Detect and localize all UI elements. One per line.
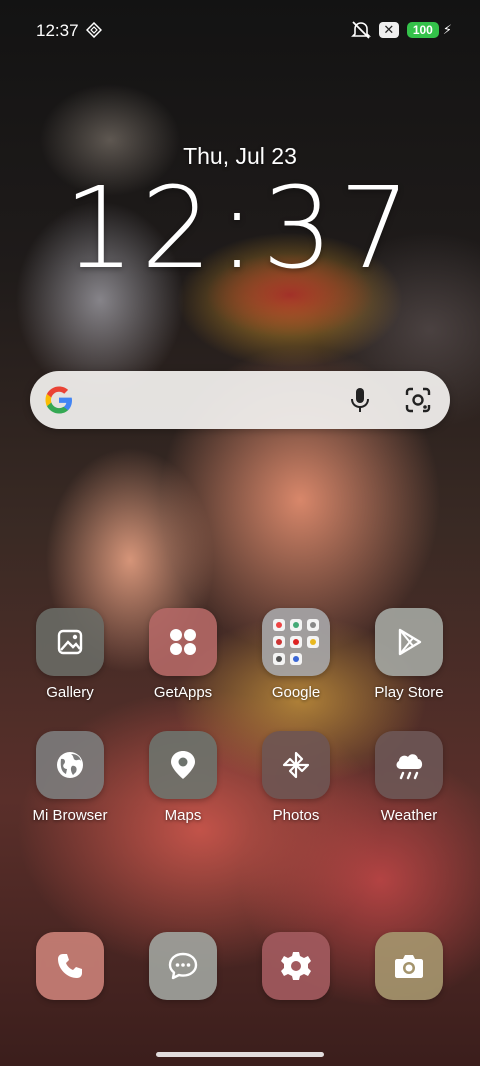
map-pin-icon (149, 731, 217, 799)
bolt-icon: ⚡ (442, 22, 452, 37)
app-photos[interactable]: Photos (241, 731, 351, 824)
folder-icon (262, 608, 330, 676)
app-label: Weather (380, 807, 438, 824)
app-weather[interactable]: Weather (354, 731, 464, 824)
status-time: 12:37 (36, 21, 79, 40)
gallery-icon (36, 608, 104, 676)
notification-badge: ✕ (378, 22, 399, 38)
app-label: GetApps (153, 684, 213, 701)
app-label: Maps (164, 807, 202, 824)
clock-widget[interactable]: 12:37 (0, 164, 480, 294)
app-play-store[interactable]: Play Store (354, 608, 464, 701)
camera-icon (375, 932, 443, 1000)
messages-icon (149, 932, 217, 1000)
settings-icon (262, 932, 330, 1000)
dock-settings[interactable] (241, 932, 351, 1000)
google-search-bar[interactable] (30, 371, 450, 429)
pinwheel-icon (262, 731, 330, 799)
app-folder-google[interactable]: Google (241, 608, 351, 701)
battery-indicator: 100 (406, 22, 439, 38)
app-label: Photos (272, 807, 320, 824)
cloud-rain-icon (375, 731, 443, 799)
dock-messages[interactable] (128, 932, 238, 1000)
app-label: Mi Browser (32, 807, 108, 824)
app-label: Google (271, 684, 321, 701)
app-label: Gallery (46, 684, 94, 701)
status-icons: ✕ 100 ⚡ (350, 21, 452, 39)
play-store-icon (375, 608, 443, 676)
dock-phone[interactable] (15, 932, 125, 1000)
diamond-sync-icon (86, 22, 102, 38)
phone-icon (36, 932, 104, 1000)
app-gallery[interactable]: Gallery (15, 608, 125, 701)
four-dots-icon (149, 608, 217, 676)
status-bar: 12:37 ✕ 100 ⚡ (0, 0, 480, 62)
app-maps[interactable]: Maps (128, 731, 238, 824)
google-g-icon (45, 386, 72, 414)
globe-icon (36, 731, 104, 799)
bell-off-icon (350, 21, 371, 39)
home-indicator[interactable] (156, 1052, 324, 1057)
mic-icon[interactable] (348, 386, 372, 414)
app-getapps[interactable]: GetApps (128, 608, 238, 701)
app-mi-browser[interactable]: Mi Browser (15, 731, 125, 824)
camera-lens-icon[interactable] (404, 386, 432, 414)
dock-camera[interactable] (354, 932, 464, 1000)
app-label: Play Store (374, 684, 444, 701)
